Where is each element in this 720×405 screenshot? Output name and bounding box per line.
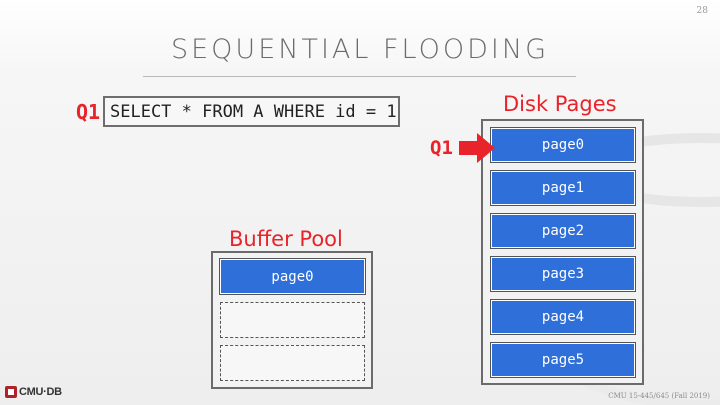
buffer-slot-empty-2	[220, 345, 365, 381]
slide-title: SEQUENTIAL FLOODING	[170, 34, 549, 65]
right-arrow-icon	[459, 133, 495, 163]
buffer-pool-label: Buffer Pool	[229, 227, 343, 251]
logo-text: CMU·DB	[19, 386, 62, 398]
course-footer: CMU 15-445/645 (Fall 2019)	[608, 392, 710, 400]
cmu-db-logo: CMU·DB	[5, 386, 62, 398]
buffer-page-0: page0	[219, 258, 366, 295]
disk-page-1: page1	[490, 170, 636, 206]
title-divider	[143, 76, 576, 77]
page-number: 28	[696, 6, 708, 16]
buffer-slot-empty-1	[220, 302, 365, 338]
disk-page-5: page5	[490, 342, 636, 378]
disk-page-4: page4	[490, 299, 636, 335]
query-text: SELECT * FROM A WHERE id = 1	[110, 101, 397, 122]
query-box: SELECT * FROM A WHERE id = 1	[103, 96, 400, 127]
disk-page-3: page3	[490, 256, 636, 292]
disk-page-2: page2	[490, 213, 636, 249]
disk-pointer-label: Q1	[430, 137, 453, 159]
disk-pages-label: Disk Pages	[503, 92, 617, 116]
cmu-db-logo-icon	[5, 386, 17, 398]
disk-page-0: page0	[490, 127, 636, 163]
query-label: Q1	[76, 100, 101, 124]
